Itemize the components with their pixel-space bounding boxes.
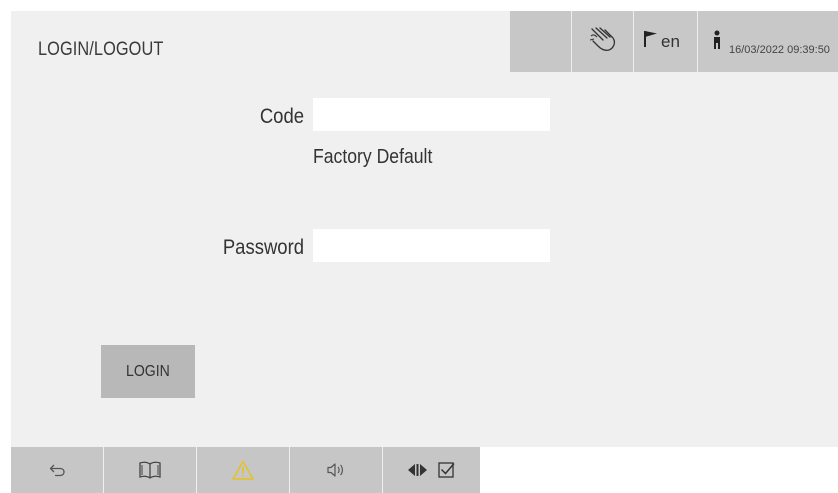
login-button-label: LOGIN [126,362,170,380]
flag-icon [644,31,657,47]
bottom-toolbar [11,447,481,493]
speaker-icon [327,463,343,477]
touch-mode-button[interactable] [571,11,633,72]
header-empty-box [509,11,571,72]
language-label: en [661,32,680,51]
code-hint: Factory Default [313,146,433,168]
code-label: Code [259,105,304,128]
datetime-display: 16/03/2022 09:39:50 [729,44,830,56]
play-pause-check-icon [407,462,455,478]
play-pause-check-button[interactable] [383,447,480,493]
password-label: Password [222,236,304,259]
login-button[interactable]: LOGIN [101,345,195,398]
main-panel: LOGIN/LOGOUT en 16/03/2022 09:39:50 Code… [11,11,838,447]
login-screen: LOGIN/LOGOUT en 16/03/2022 09:39:50 Code… [0,0,838,493]
manual-button[interactable] [104,447,197,493]
page-title: LOGIN/LOGOUT [38,39,164,60]
manual-book-icon [139,461,161,479]
code-input[interactable] [313,98,550,131]
back-arrow-icon [49,464,65,477]
language-selector[interactable]: en [633,11,697,72]
user-info-box[interactable]: 16/03/2022 09:39:50 [697,11,838,72]
warning-icon [232,460,254,480]
header-bar: LOGIN/LOGOUT en 16/03/2022 09:39:50 [11,11,838,73]
password-input[interactable] [313,229,550,262]
sound-button[interactable] [290,447,383,493]
user-icon [714,30,720,49]
alarms-button[interactable] [197,447,290,493]
back-button[interactable] [11,447,104,493]
hand-icon [589,27,616,51]
